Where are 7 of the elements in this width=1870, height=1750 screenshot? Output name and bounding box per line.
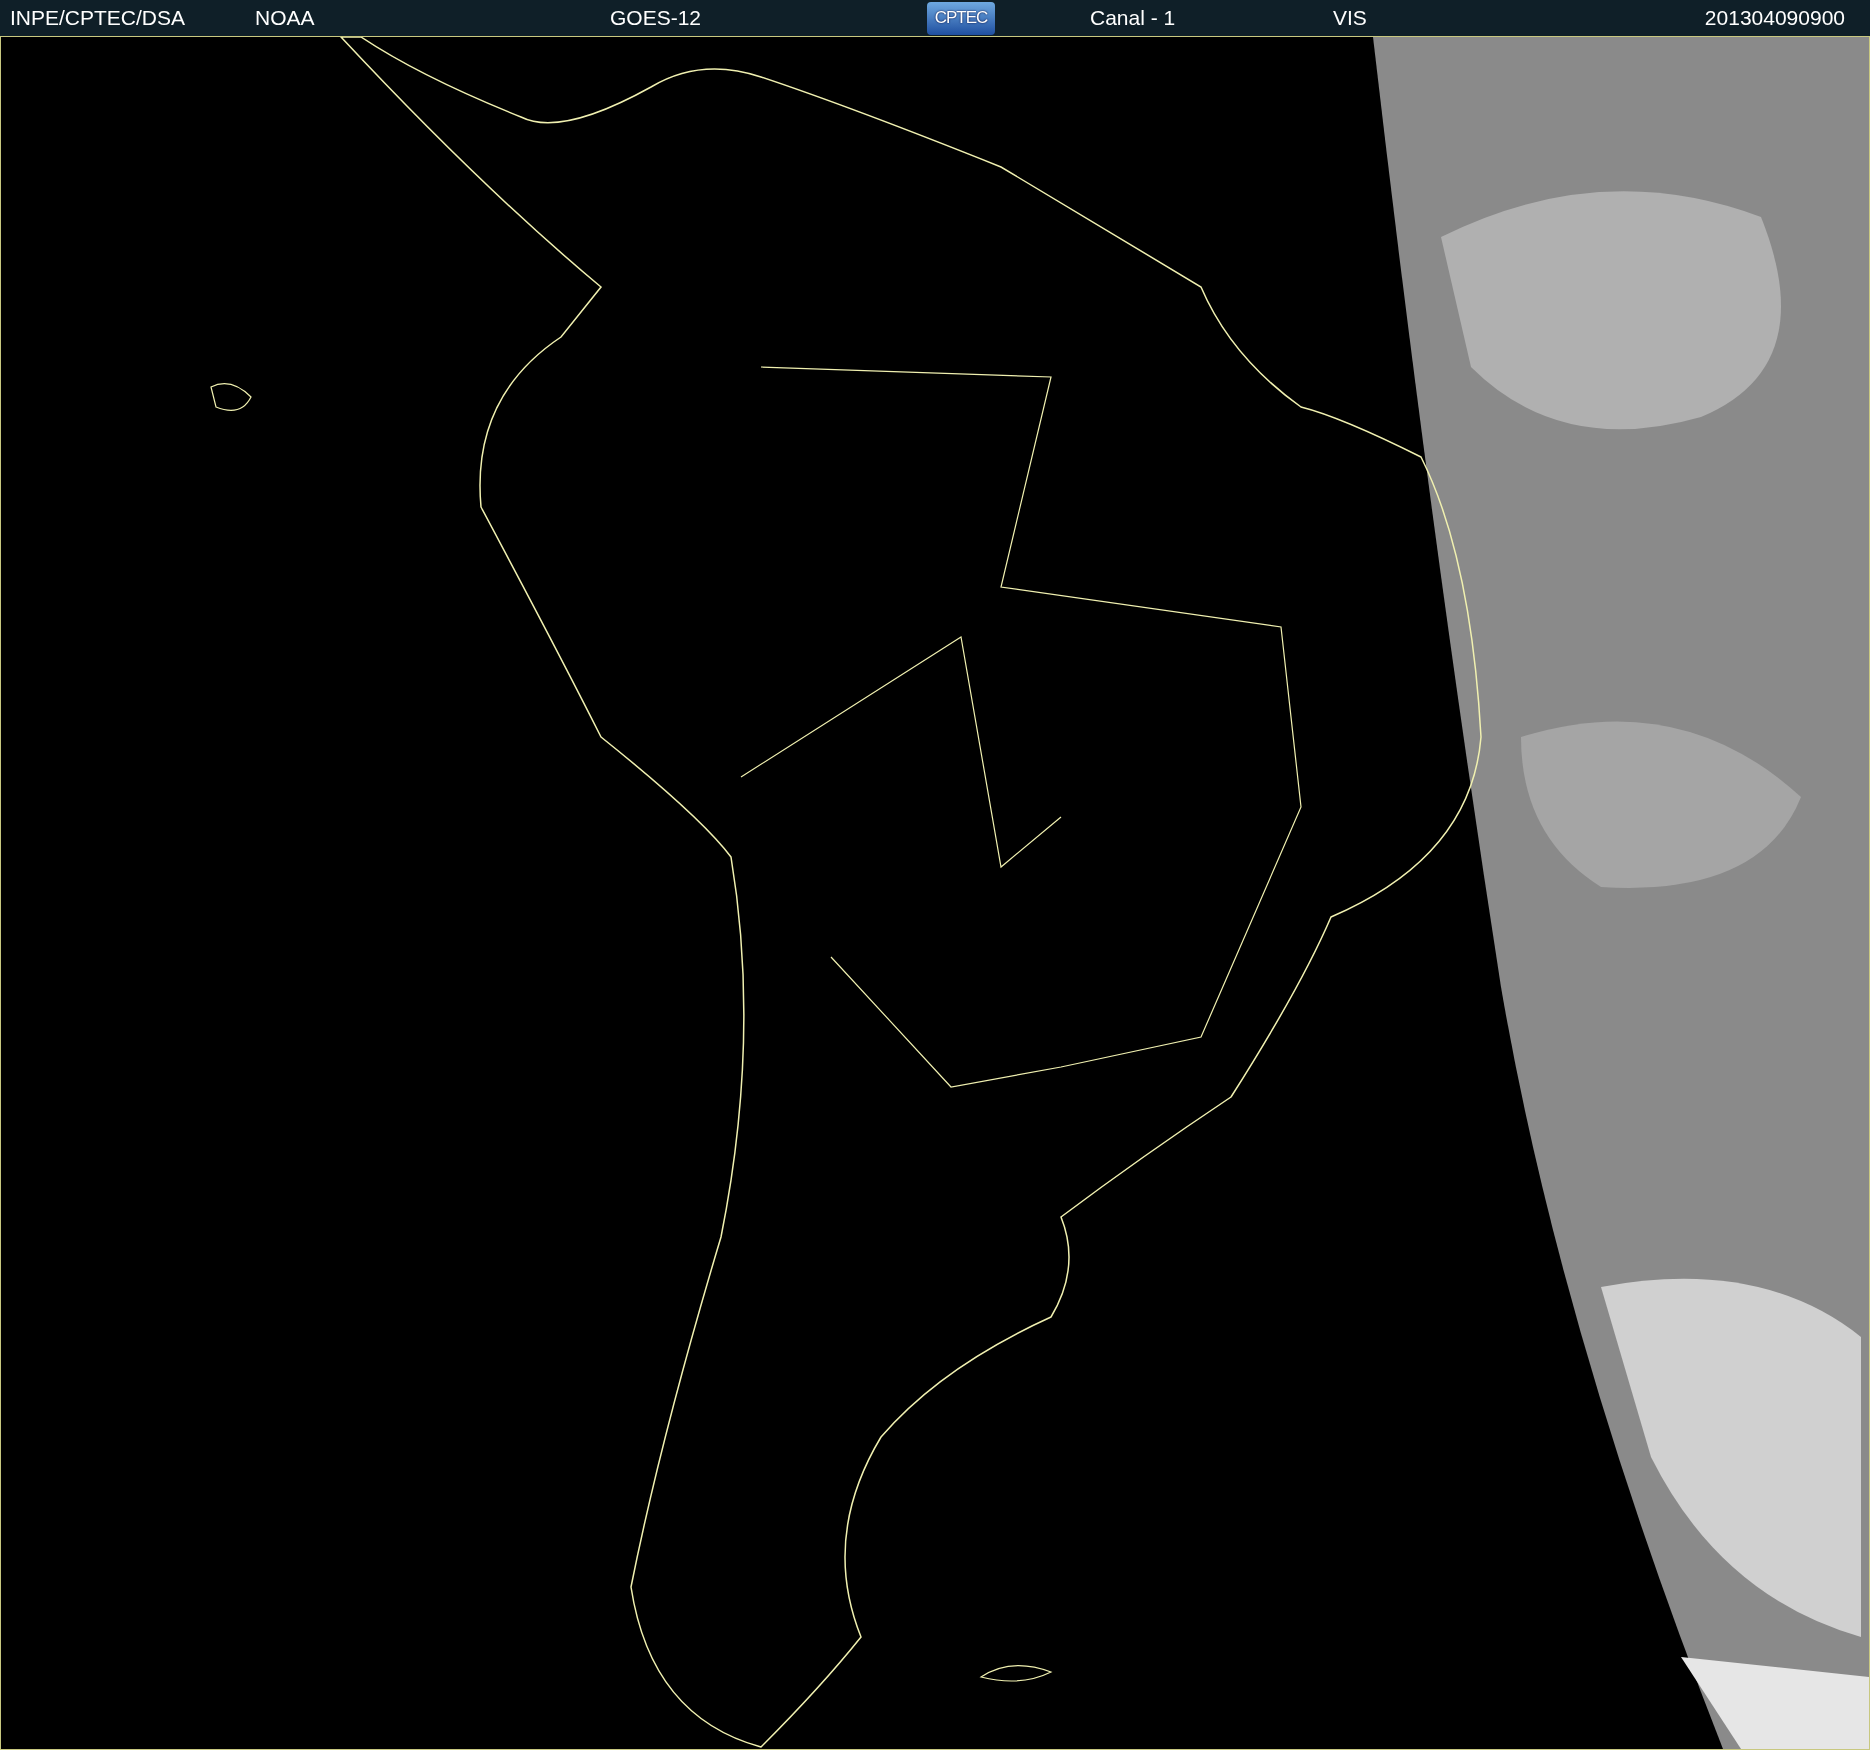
institution-label: INPE/CPTEC/DSA: [10, 6, 187, 30]
satellite-label: GOES-12: [610, 6, 703, 30]
channel-label: Canal - 1: [1090, 6, 1177, 30]
logo: CPTEC: [927, 1, 995, 35]
agency-label: NOAA: [255, 6, 316, 30]
timestamp-label: 201304090900: [1704, 6, 1845, 30]
band-label: VIS: [1333, 6, 1368, 30]
